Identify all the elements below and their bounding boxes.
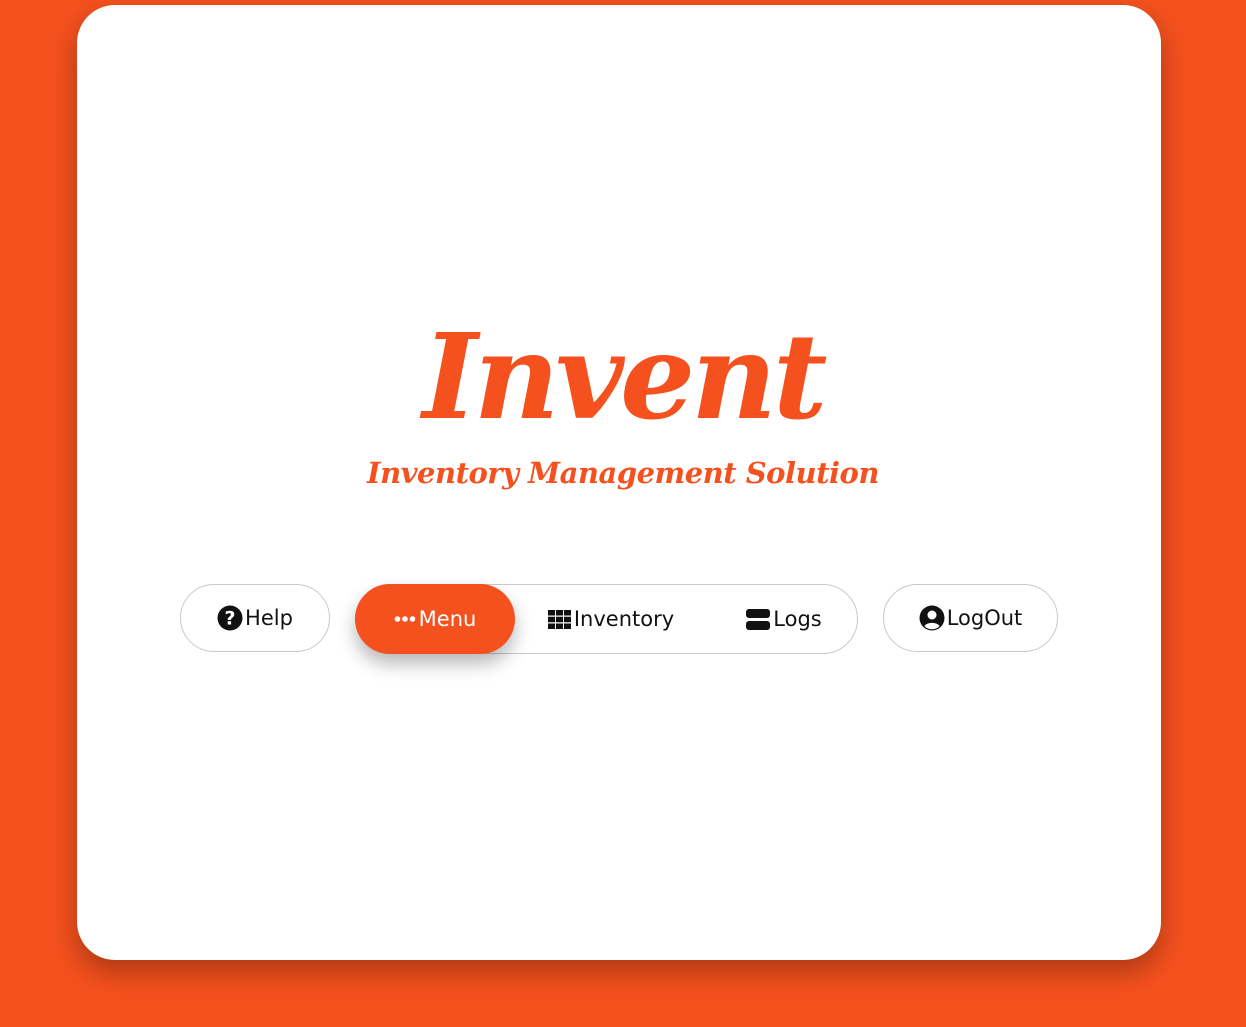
logs-tab[interactable]: Logs — [739, 585, 829, 653]
logout-label: LogOut — [946, 606, 1023, 630]
menu-tab[interactable]: Menu — [355, 584, 515, 654]
help-button[interactable]: ? Help — [180, 584, 330, 652]
menu-label: Menu — [418, 607, 477, 631]
app-tagline: Inventory Management Solution — [367, 456, 879, 490]
grid-icon — [547, 609, 571, 629]
app-logo: Invent — [422, 307, 828, 446]
user-circle-icon — [919, 605, 945, 631]
svg-text:?: ? — [225, 608, 236, 630]
logout-button[interactable]: LogOut — [883, 584, 1058, 652]
ellipsis-icon — [394, 615, 416, 623]
inventory-label: Inventory — [573, 607, 675, 631]
inventory-tab[interactable]: Inventory — [546, 585, 676, 653]
question-circle-icon: ? — [217, 605, 243, 631]
main-nav-group: Menu Inventory Logs — [355, 584, 858, 654]
logs-label: Logs — [773, 607, 822, 631]
server-icon — [746, 608, 771, 630]
help-label: Help — [245, 606, 293, 630]
